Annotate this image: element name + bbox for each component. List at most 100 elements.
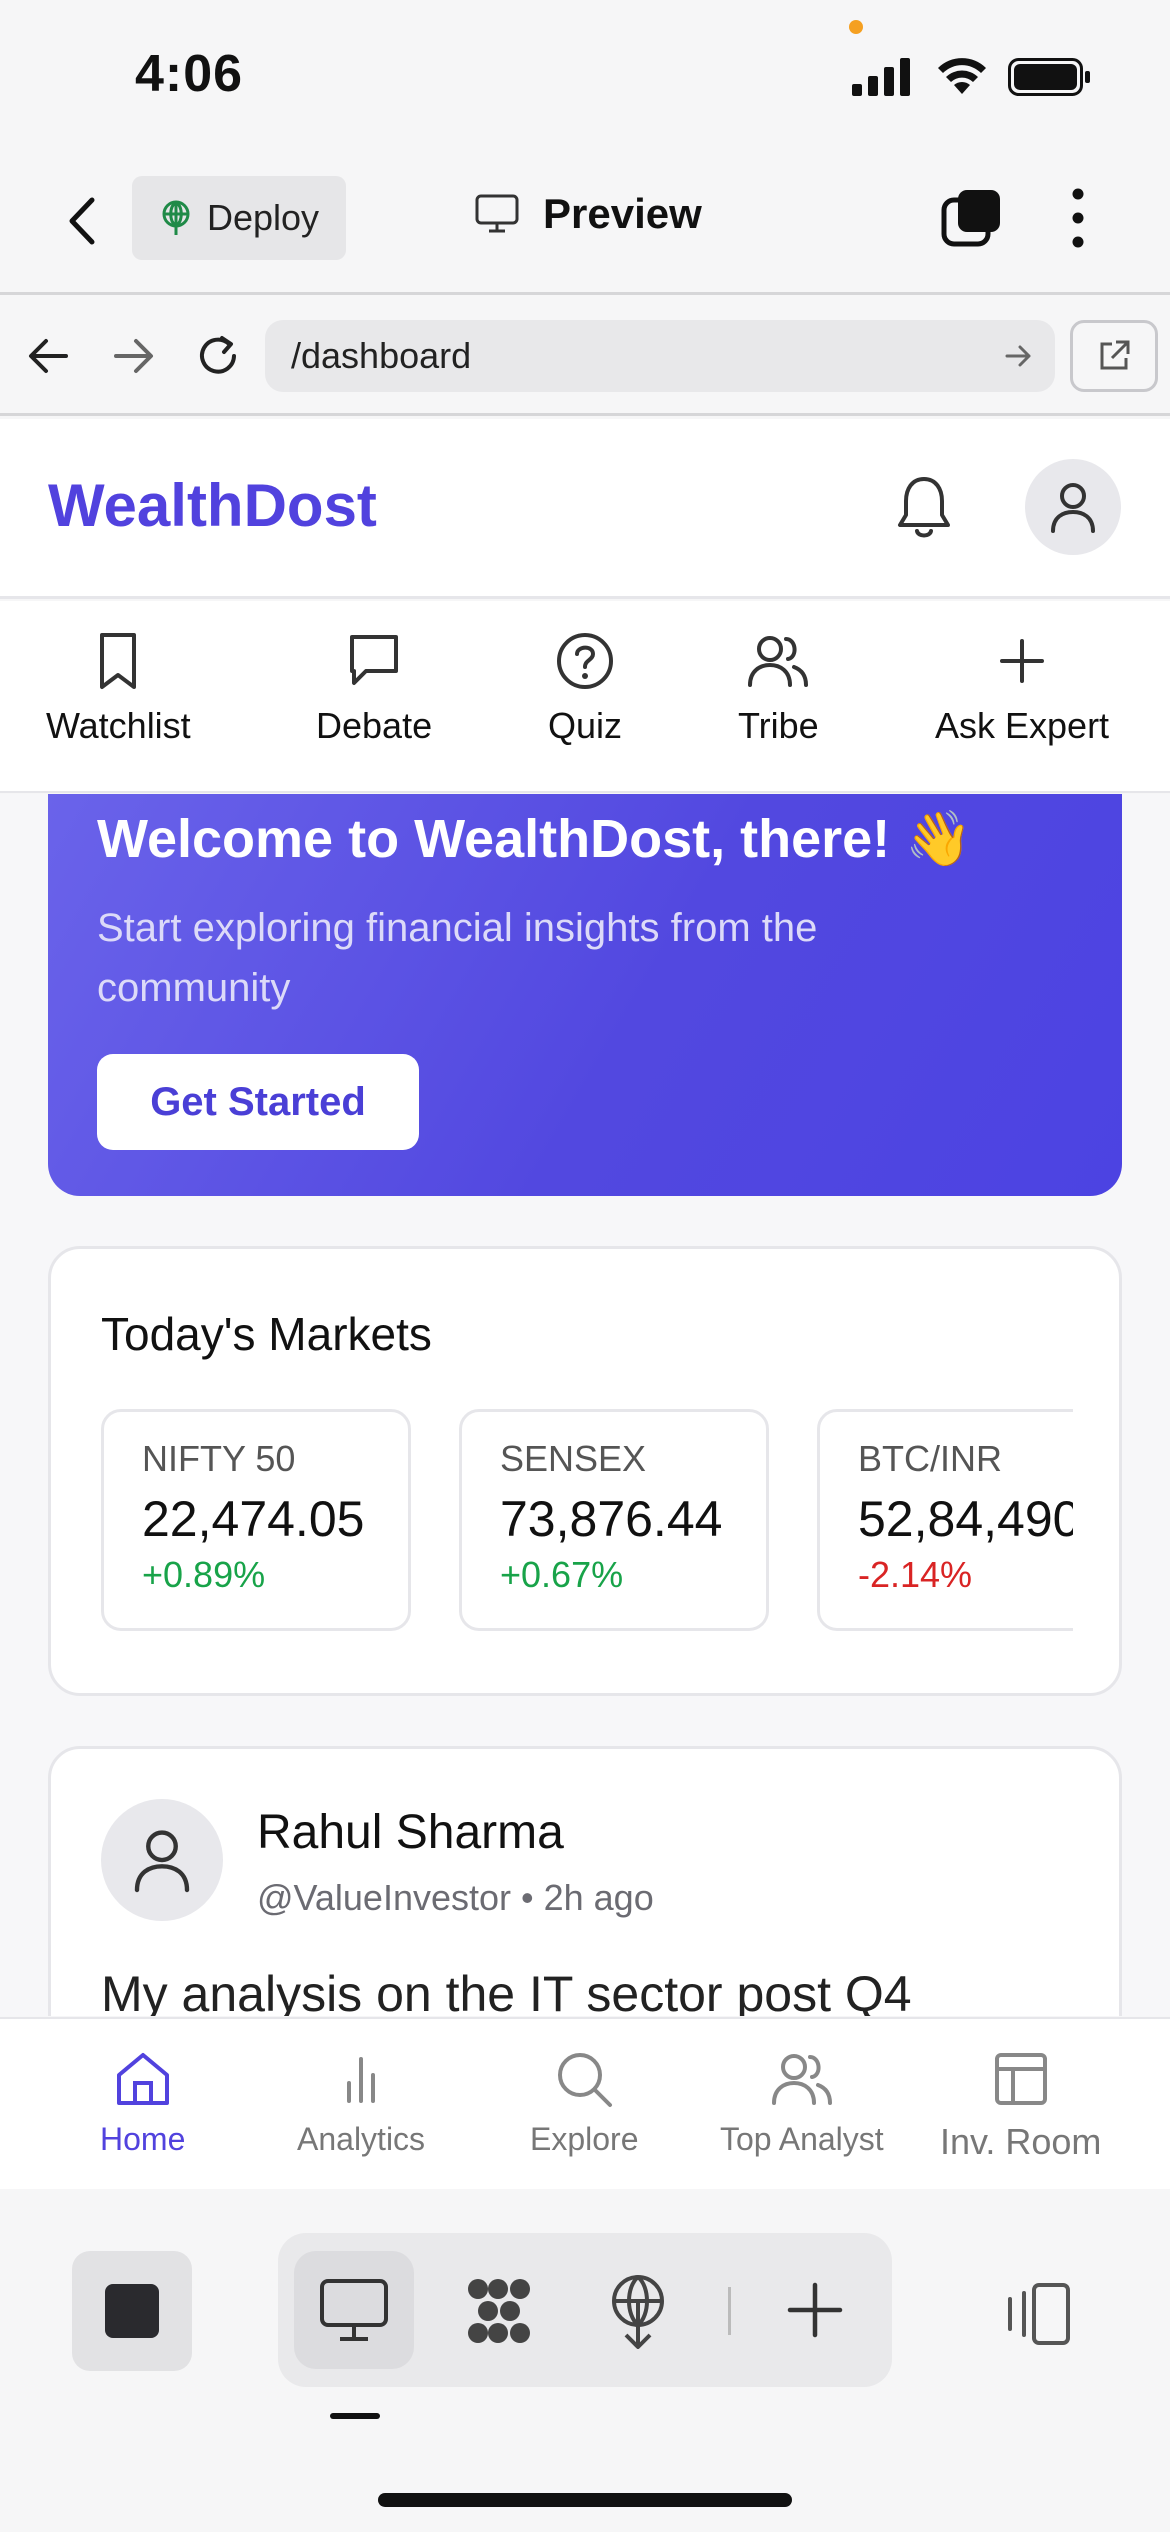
home-indicator — [378, 2493, 792, 2507]
ticker-name: SENSEX — [500, 1438, 647, 1479]
ticker-name: BTC/INR — [858, 1438, 1002, 1479]
open-external-button[interactable] — [1070, 320, 1158, 392]
preview-label: Preview — [543, 190, 702, 237]
markets-title: Today's Markets — [101, 1308, 432, 1360]
ticker-change: -2.14% — [858, 1554, 973, 1595]
bottom-nav-label: Explore — [530, 2121, 639, 2157]
site-logo[interactable]: WealthDost — [48, 471, 377, 540]
bottom-nav-label: Top Analyst — [720, 2121, 884, 2157]
notification-bell-icon[interactable] — [896, 473, 952, 541]
app-top-bar: Deploy Preview — [0, 150, 1170, 295]
bookmark-icon — [100, 633, 137, 689]
ticker-card[interactable]: BTC/INR 52,84,490 -2.14% — [817, 1409, 1073, 1631]
stop-icon — [105, 2284, 159, 2338]
monitor-icon[interactable] — [318, 2277, 390, 2343]
quick-nav-label: Quiz — [548, 705, 623, 746]
toolbar-divider — [728, 2287, 731, 2335]
ticker-name: NIFTY 50 — [142, 1438, 296, 1479]
quick-nav-quiz[interactable]: Quiz — [548, 631, 622, 747]
question-circle-icon — [557, 633, 614, 689]
search-icon — [558, 2053, 613, 2107]
post-author-avatar[interactable] — [101, 1799, 223, 1921]
deploy-button[interactable]: Deploy — [132, 176, 346, 260]
welcome-title: Welcome to WealthDost, there! 👋 — [97, 809, 973, 869]
monitor-icon — [475, 194, 519, 233]
tabs-icon[interactable] — [940, 186, 1004, 250]
quick-nav-label: Tribe — [738, 705, 819, 746]
profile-avatar-button[interactable] — [1025, 459, 1121, 555]
cellular-signal-icon — [852, 58, 910, 96]
plus-icon[interactable] — [784, 2279, 846, 2341]
more-options-icon[interactable] — [1066, 186, 1090, 250]
users-icon — [748, 636, 809, 687]
main-content: Welcome to WealthDost, there! 👋 Start ex… — [0, 794, 1170, 2016]
status-bar: 4:06 — [0, 0, 1170, 150]
browser-back-icon[interactable] — [26, 336, 70, 376]
post-author-name[interactable]: Rahul Sharma — [257, 1805, 564, 1860]
battery-icon — [1008, 58, 1090, 96]
view-mode-switcher — [278, 2233, 892, 2387]
bottom-nav-label: Home — [100, 2121, 186, 2157]
quick-nav-tribe[interactable]: Tribe — [738, 631, 819, 747]
bottom-nav-home[interactable]: Home — [100, 2049, 185, 2158]
welcome-banner: Welcome to WealthDost, there! 👋 Start ex… — [48, 794, 1122, 1196]
url-text: /dashboard — [291, 335, 472, 376]
bottom-nav: Home Analytics Explore Top Analyst Inv. … — [0, 2017, 1170, 2189]
ticker-value: 73,876.44 — [500, 1491, 723, 1547]
ticker-value: 52,84,490 — [858, 1491, 1073, 1547]
chat-bubble-icon — [350, 635, 399, 685]
preview-tab[interactable]: Preview — [475, 190, 702, 238]
quick-nav-label: Ask Expert — [935, 705, 1110, 746]
ticker-change: +0.67% — [500, 1554, 624, 1595]
layout-icon — [994, 2053, 1047, 2105]
quick-nav-bar: Watchlist Debate Quiz Tribe Ask Expert — [0, 601, 1170, 793]
bottom-nav-analytics[interactable]: Analytics — [297, 2049, 425, 2158]
go-arrow-icon[interactable] — [1005, 344, 1033, 368]
users-icon — [771, 2054, 832, 2105]
bottom-nav-label: Analytics — [297, 2121, 426, 2157]
bottom-nav-label: Inv. Room — [940, 2121, 1102, 2162]
ticker-card[interactable]: NIFTY 50 22,474.05 +0.89% — [101, 1409, 411, 1631]
quick-nav-ask-expert[interactable]: Ask Expert — [935, 631, 1109, 747]
selected-view-indicator — [330, 2413, 380, 2419]
back-chevron-icon[interactable] — [64, 196, 100, 246]
quick-nav-debate[interactable]: Debate — [316, 631, 432, 747]
user-icon — [134, 1830, 190, 1893]
external-link-icon — [1100, 340, 1130, 370]
ticker-carousel[interactable]: NIFTY 50 22,474.05 +0.89% SENSEX 73,876.… — [101, 1409, 1073, 1633]
quick-nav-label: Watchlist — [46, 705, 191, 746]
bar-chart-icon — [347, 2057, 376, 2103]
post-meta: @ValueInvestor • 2h ago — [257, 1877, 654, 1918]
browser-forward-icon[interactable] — [112, 336, 156, 376]
deploy-icon[interactable] — [608, 2273, 668, 2349]
ticker-card[interactable]: SENSEX 73,876.44 +0.67% — [459, 1409, 769, 1631]
privacy-indicator — [849, 20, 863, 34]
site-header: WealthDost — [0, 419, 1170, 599]
post-card[interactable]: Rahul Sharma @ValueInvestor • 2h ago My … — [48, 1746, 1122, 2016]
welcome-subtitle: Start exploring financial insights from … — [97, 906, 818, 1010]
ticker-change: +0.89% — [142, 1554, 266, 1595]
bottom-nav-explore[interactable]: Explore — [530, 2049, 639, 2158]
get-started-button[interactable]: Get Started — [97, 1054, 419, 1150]
editor-toolbar — [0, 2189, 1170, 2532]
home-icon — [116, 2053, 169, 2105]
markets-card: Today's Markets NIFTY 50 22,474.05 +0.89… — [48, 1246, 1122, 1696]
user-icon — [1051, 483, 1095, 533]
ticker-value: 22,474.05 — [142, 1491, 365, 1547]
stop-button[interactable] — [72, 2251, 192, 2371]
deploy-label: Deploy — [206, 197, 320, 238]
post-text: My analysis on the IT sector post Q4 — [101, 1966, 912, 2016]
quick-nav-label: Debate — [316, 705, 433, 746]
reload-icon[interactable] — [194, 332, 242, 380]
plus-icon — [1000, 639, 1045, 683]
wifi-icon — [938, 58, 986, 94]
canvas-nodes-icon[interactable] — [462, 2275, 534, 2347]
status-time: 4:06 — [135, 45, 244, 103]
browser-url-bar: /dashboard — [0, 296, 1170, 416]
quick-nav-watchlist[interactable]: Watchlist — [46, 631, 191, 747]
bottom-nav-inv-room[interactable]: Inv. Room — [940, 2049, 1101, 2163]
url-field[interactable]: /dashboard — [265, 320, 1055, 392]
device-rotate-icon[interactable] — [1000, 2281, 1072, 2347]
bottom-nav-top-analyst[interactable]: Top Analyst — [720, 2049, 884, 2158]
deploy-icon — [162, 200, 190, 235]
